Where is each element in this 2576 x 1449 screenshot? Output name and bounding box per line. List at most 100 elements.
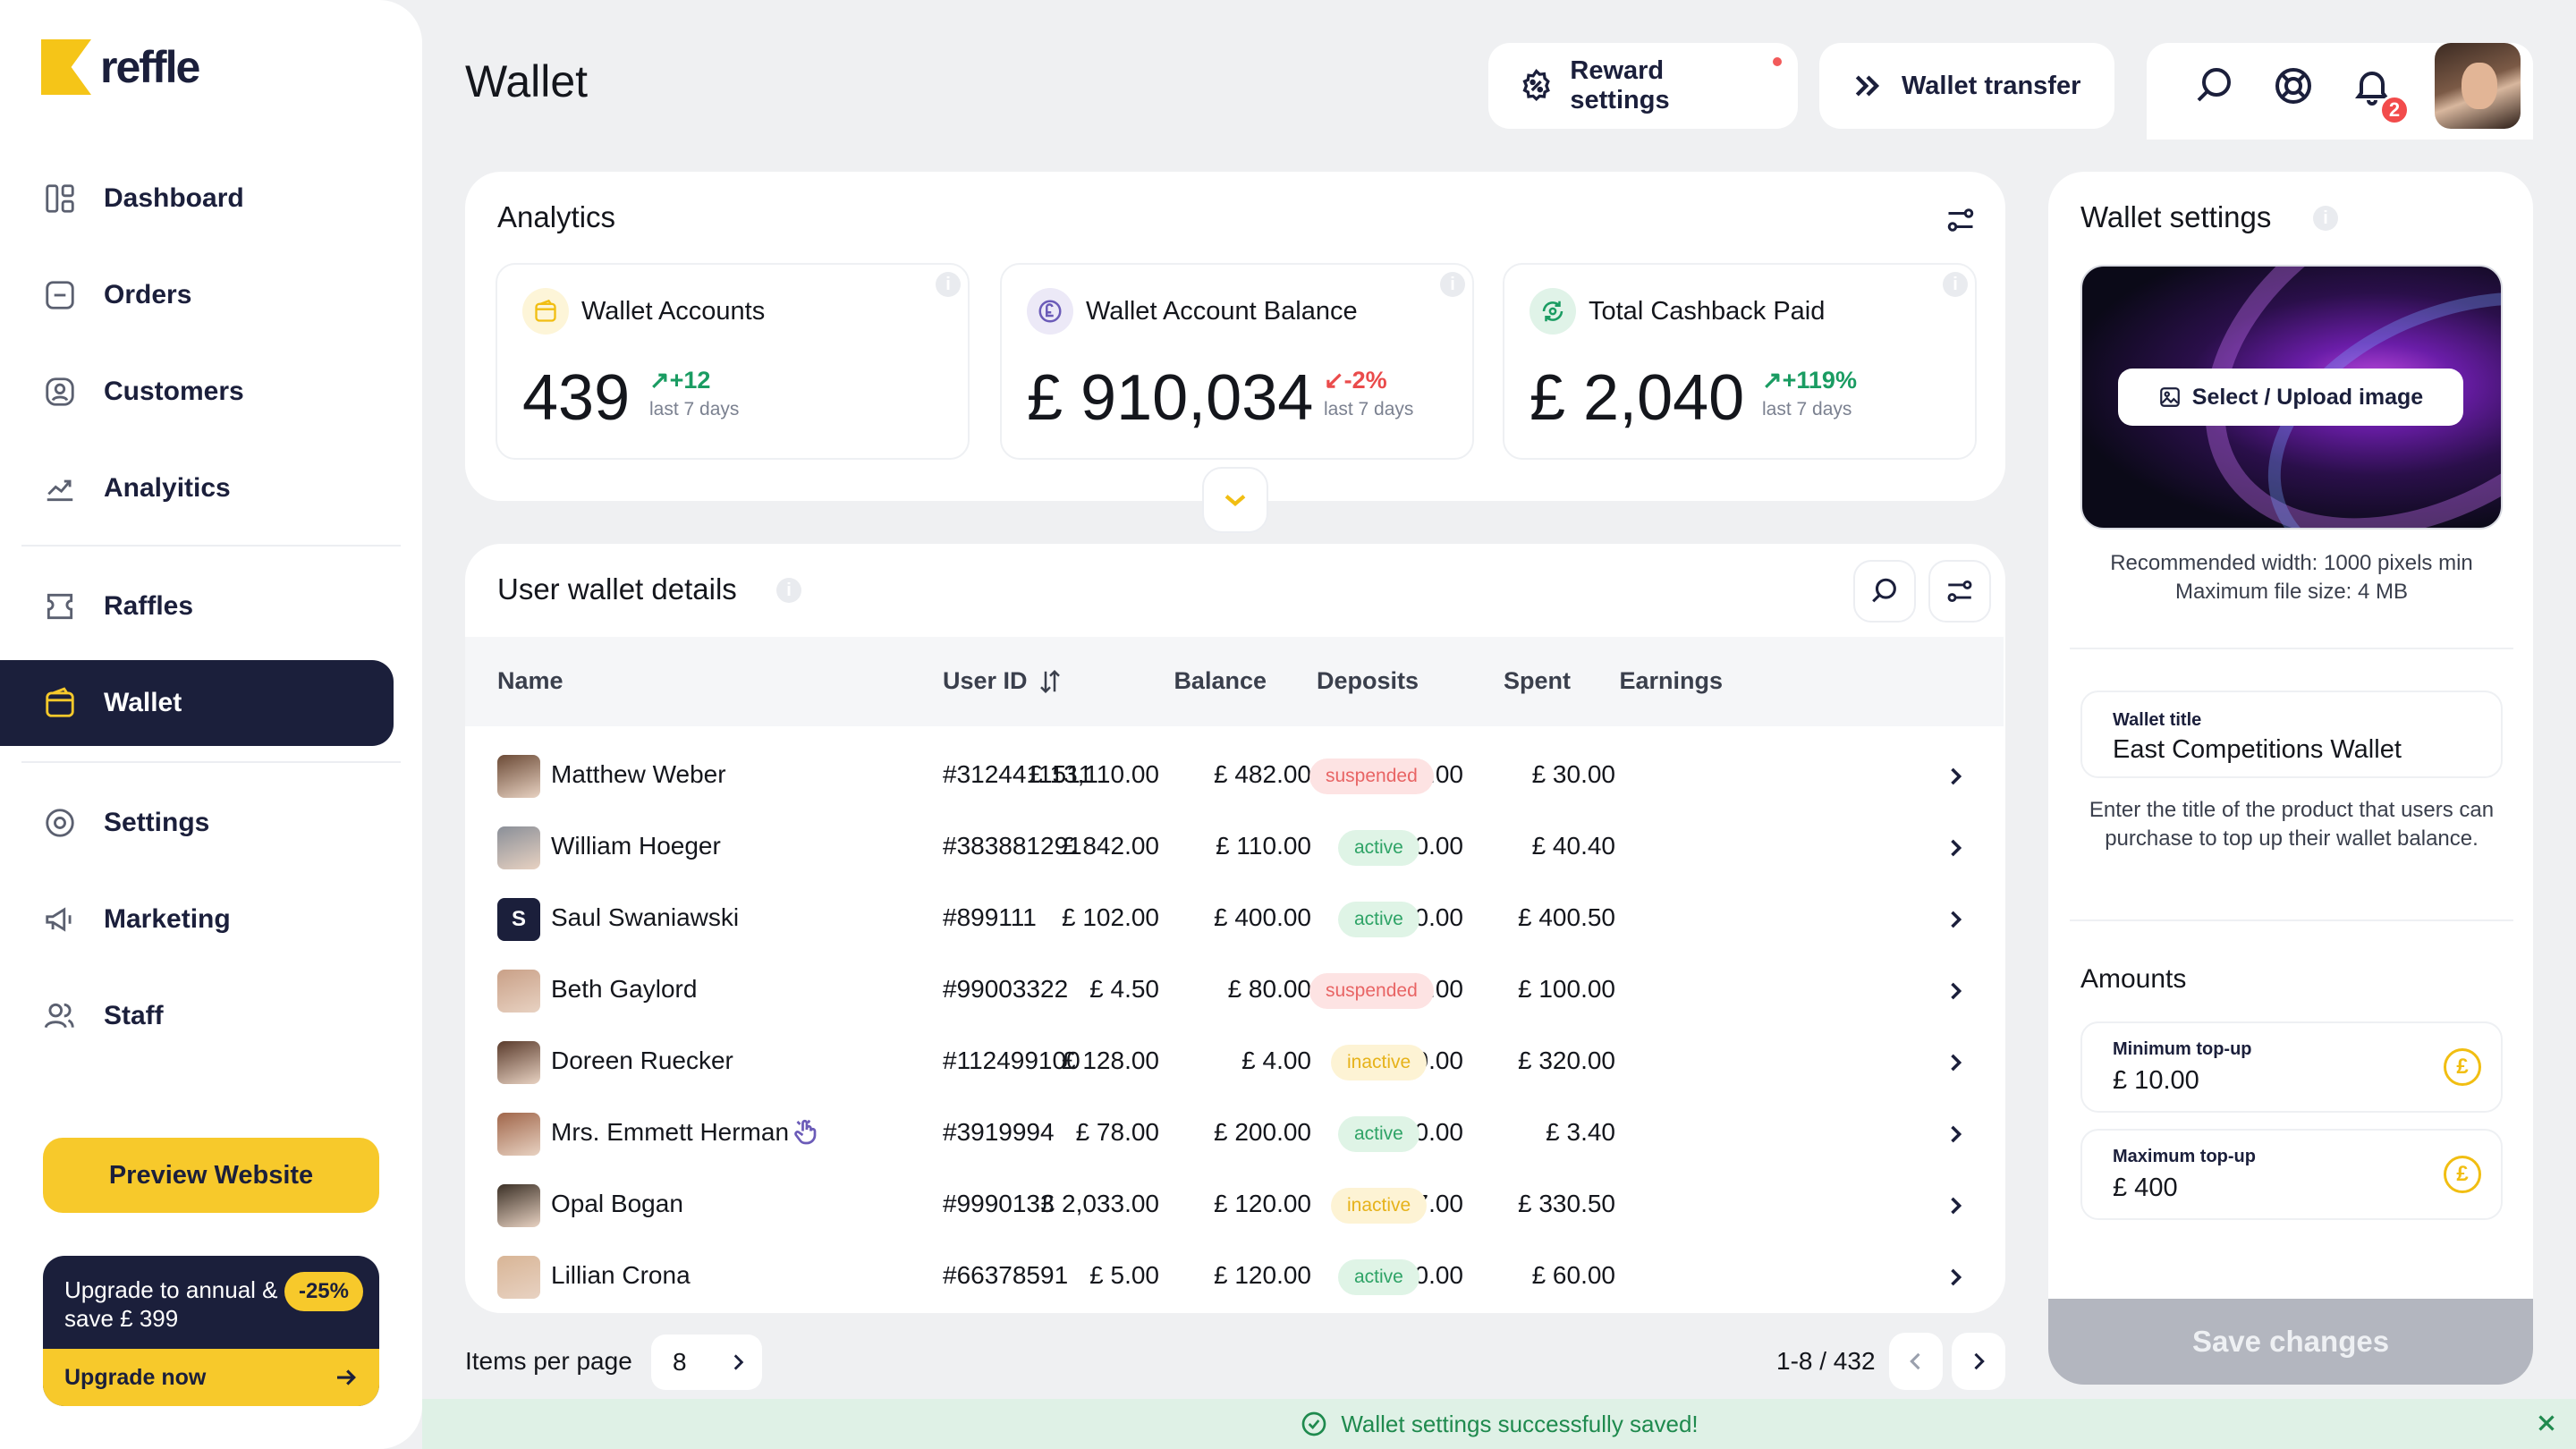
upload-image-button[interactable]: Select / Upload image: [2118, 369, 2463, 426]
table-search-button[interactable]: [1853, 560, 1916, 623]
column-header-name[interactable]: Name: [497, 667, 564, 695]
user-name[interactable]: Matthew Weber: [551, 760, 726, 789]
sidebar-item-orders[interactable]: Orders: [0, 252, 394, 338]
info-icon[interactable]: i: [936, 272, 961, 297]
maximum-topup-field[interactable]: Maximum top-up £ 400 £: [2080, 1129, 2503, 1220]
table-row[interactable]: Beth Gaylord #99003322 £ 4.50 £ 80.00 £ …: [465, 955, 2004, 1027]
sidebar-item-customers[interactable]: Customers: [0, 349, 394, 435]
table-filter-button[interactable]: [1928, 560, 1991, 623]
pound-coin-icon: £: [2444, 1156, 2481, 1193]
table-row[interactable]: S Saul Swaniawski #899111 £ 102.00 £ 400…: [465, 884, 2004, 955]
deposits-value: £ 110.00: [1216, 832, 1311, 860]
stat-label: Wallet Accounts: [581, 297, 766, 326]
preview-website-button[interactable]: Preview Website: [43, 1138, 379, 1213]
info-icon[interactable]: i: [1943, 272, 1968, 297]
column-header-deposits[interactable]: Deposits: [1317, 667, 1419, 695]
balance-value: £ 128.00: [1062, 1046, 1159, 1074]
trend-down-icon: ↙: [1324, 367, 1344, 394]
table-title: User wallet details: [497, 572, 737, 606]
info-icon[interactable]: i: [1440, 272, 1465, 297]
dashboard-icon: [46, 184, 74, 213]
chevron-left-icon: [1910, 1352, 1920, 1370]
chevron-right-icon[interactable]: [1943, 907, 1968, 932]
table-row[interactable]: Doreen Ruecker #112499100 £ 128.00 £ 4.0…: [465, 1027, 2004, 1098]
sidebar-item-analytics[interactable]: Analyitics: [0, 445, 394, 531]
sidebar-item-marketing[interactable]: Marketing: [0, 877, 394, 962]
table-row[interactable]: Matthew Weber #3124411511 £ 13,110.00 £ …: [465, 741, 2004, 812]
user-name[interactable]: Lillian Crona: [551, 1261, 691, 1290]
earnings-value: £ 30.00: [1531, 760, 1615, 788]
minimum-topup-field[interactable]: Minimum top-up £ 10.00 £: [2080, 1021, 2503, 1113]
avatar-photo: [497, 1113, 540, 1156]
chevron-right-icon[interactable]: [1943, 1050, 1968, 1075]
user-name[interactable]: William Hoeger: [551, 832, 721, 860]
filter-sliders-icon[interactable]: [1945, 204, 1977, 236]
user-name[interactable]: Doreen Ruecker: [551, 1046, 733, 1075]
table-row[interactable]: Mrs. Emmett Herman #3919994 £ 78.00 £ 20…: [465, 1098, 2004, 1170]
column-header-earnings[interactable]: Earnings: [1619, 667, 1723, 695]
upgrade-card: Upgrade to annual & save £ 399 -25% Upgr…: [43, 1256, 379, 1406]
sidebar-item-dashboard[interactable]: Dashboard: [0, 156, 394, 242]
sidebar-item-settings[interactable]: Settings: [0, 780, 394, 866]
column-header-spent[interactable]: Spent: [1504, 667, 1571, 695]
help-lifebuoy-icon[interactable]: [2272, 64, 2315, 107]
chevron-right-icon[interactable]: [1943, 764, 1968, 789]
user-id: #112499100: [943, 1046, 1080, 1074]
logo-mark-icon: [41, 39, 91, 95]
sort-icon[interactable]: [1037, 668, 1063, 695]
user-name[interactable]: Opal Bogan: [551, 1190, 683, 1218]
earnings-value: £ 3.40: [1546, 1118, 1615, 1146]
expand-analytics-button[interactable]: [1202, 467, 1268, 533]
wallet-stat-icon: [522, 288, 569, 335]
table-row[interactable]: Lillian Crona #66378591 £ 5.00 £ 120.00 …: [465, 1241, 2004, 1313]
minimum-topup-label: Minimum top-up: [2113, 1039, 2252, 1059]
sidebar-item-label: Wallet: [104, 688, 182, 717]
save-changes-button[interactable]: Save changes: [2048, 1299, 2533, 1385]
info-icon[interactable]: i: [2313, 206, 2338, 231]
chevron-right-icon[interactable]: [1943, 979, 1968, 1004]
upgrade-now-button[interactable]: Upgrade now: [43, 1349, 379, 1406]
minimum-topup-input[interactable]: £ 10.00: [2113, 1066, 2199, 1096]
wallet-transfer-button[interactable]: Wallet transfer: [1819, 43, 2114, 129]
maximum-topup-input[interactable]: £ 400: [2113, 1174, 2178, 1203]
user-avatar[interactable]: [2435, 43, 2521, 129]
chevron-right-icon: [1974, 1352, 1985, 1370]
next-page-button[interactable]: [1952, 1333, 2005, 1390]
user-name[interactable]: Beth Gaylord: [551, 975, 697, 1004]
close-icon[interactable]: [2533, 1410, 2560, 1436]
sidebar-item-staff[interactable]: Staff: [0, 973, 394, 1059]
chevron-right-icon[interactable]: [1943, 1193, 1968, 1218]
reward-settings-button[interactable]: Reward settings: [1488, 43, 1798, 129]
table-row[interactable]: William Hoeger #383881291 £ 842.00 £ 110…: [465, 812, 2004, 884]
table-row[interactable]: Opal Bogan #9990133 £ 2,033.00 £ 120.00 …: [465, 1170, 2004, 1241]
wallet-title-field[interactable]: Wallet title East Competitions Wallet: [2080, 691, 2503, 778]
upgrade-now-label: Upgrade now: [64, 1364, 207, 1390]
chevron-right-icon[interactable]: [1943, 1122, 1968, 1147]
sidebar-item-raffles[interactable]: Raffles: [0, 564, 394, 649]
balance-value: £ 2,033.00: [1040, 1190, 1159, 1217]
previous-page-button[interactable]: [1889, 1333, 1943, 1390]
column-header-user-id[interactable]: User ID: [943, 667, 1063, 695]
chevron-right-icon[interactable]: [1943, 835, 1968, 860]
wallet-icon: [46, 687, 74, 717]
chevron-right-icon[interactable]: [1943, 1265, 1968, 1290]
user-avatar: [497, 1256, 540, 1299]
sidebar-item-wallet[interactable]: Wallet: [0, 660, 394, 746]
info-icon[interactable]: i: [776, 578, 801, 603]
items-per-page-select[interactable]: 8: [651, 1335, 762, 1390]
analytics-title: Analytics: [497, 200, 616, 233]
cashback-stat-icon: [1530, 288, 1576, 335]
search-icon[interactable]: [2193, 64, 2236, 107]
deposits-value: £ 4.00: [1241, 1046, 1311, 1074]
user-avatar: [497, 1041, 540, 1084]
column-header-balance[interactable]: Balance: [1174, 667, 1267, 695]
analytics-icon: [47, 479, 73, 502]
balance-value: £ 102.00: [1062, 903, 1159, 931]
user-name[interactable]: Saul Swaniawski: [551, 903, 739, 932]
wallet-title-input[interactable]: East Competitions Wallet: [2113, 735, 2402, 765]
wallet-transfer-label: Wallet transfer: [1902, 71, 2081, 100]
earnings-value: £ 320.00: [1518, 1046, 1615, 1074]
image-icon: [2159, 387, 2180, 407]
brand-logo[interactable]: reffle: [41, 39, 200, 95]
user-name[interactable]: Mrs. Emmett Herman: [551, 1118, 789, 1147]
